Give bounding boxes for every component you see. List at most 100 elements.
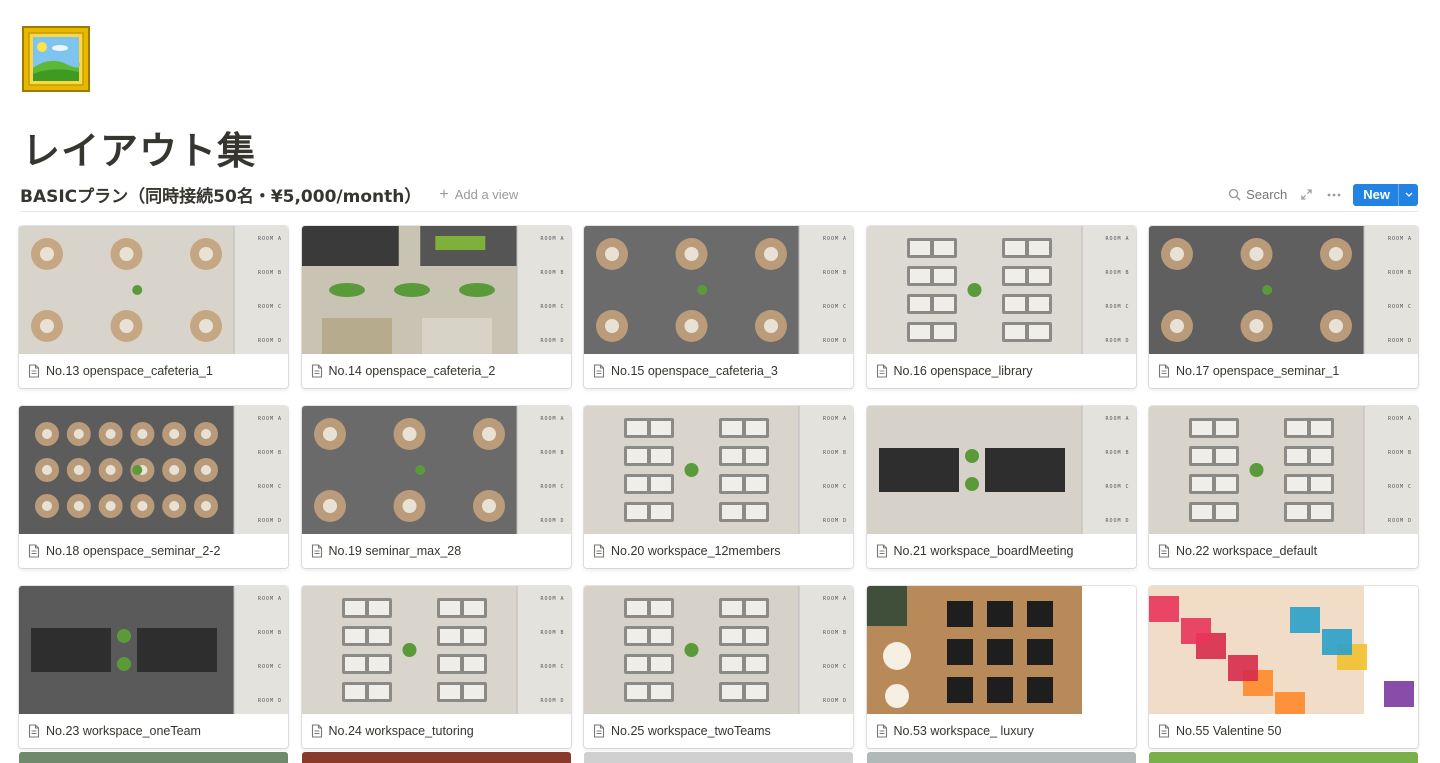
layout-preview-image: [301, 226, 571, 354]
room-label: ROOM A: [540, 416, 565, 422]
card-thumbnail: ROOM A ROOM B ROOM C ROOM D: [584, 586, 853, 714]
room-label: ROOM C: [257, 664, 282, 670]
gallery-card[interactable]: ROOM A ROOM B ROOM C ROOM D No.22 workspace_…: [1149, 406, 1418, 568]
page-icon: [311, 544, 322, 558]
database-title[interactable]: BASICプラン（同時接続50名・¥5,000/month）: [20, 182, 421, 207]
card-thumbnail: ROOM A ROOM B ROOM C ROOM D: [19, 586, 288, 714]
room-label: ROOM C: [1387, 304, 1412, 310]
card-footer: No.24 workspace_tutoring: [302, 714, 571, 748]
gallery-card-partial[interactable]: [866, 752, 1136, 763]
page-title: レイアウト集: [22, 129, 257, 173]
plus-icon: +: [439, 185, 449, 203]
room-label: ROOM C: [822, 664, 847, 670]
card-thumbnail: ROOM A ROOM B ROOM C ROOM D: [301, 406, 571, 534]
gallery-card[interactable]: ROOM A ROOM B ROOM C ROOM D No.19 seminar_ma…: [301, 406, 571, 568]
room-label: ROOM D: [1387, 338, 1412, 344]
search-label: Search: [1246, 187, 1288, 202]
new-button[interactable]: New: [1353, 183, 1418, 206]
layout-preview-image: [301, 586, 571, 714]
room-label: ROOM A: [822, 596, 847, 602]
card-thumbnail: ROOM A ROOM B ROOM C ROOM D: [866, 406, 1136, 534]
card-title: No.55 Valentine 50: [1176, 724, 1282, 738]
gallery-card[interactable]: No.53 workspace_ luxury: [866, 586, 1136, 748]
room-label: ROOM A: [540, 236, 565, 242]
page-icon: [876, 724, 887, 738]
card-thumbnail: [1149, 586, 1418, 714]
room-label: ROOM B: [540, 270, 565, 276]
gallery-card[interactable]: ROOM A ROOM B ROOM C ROOM D No.20 workspace_…: [584, 406, 853, 568]
room-label: ROOM A: [822, 236, 847, 242]
card-footer: No.21 workspace_boardMeeting: [867, 534, 1136, 568]
room-label: ROOM D: [822, 338, 847, 344]
framed-picture-icon: [22, 26, 90, 92]
card-thumbnail: ROOM A ROOM B ROOM C ROOM D: [866, 226, 1136, 354]
gallery-card-partial[interactable]: [1149, 752, 1418, 763]
room-label: ROOM B: [257, 270, 282, 276]
room-label: ROOM C: [540, 664, 565, 670]
page-icon: [1158, 544, 1170, 558]
layout-preview-image: [866, 226, 1136, 354]
page-icon: [28, 544, 40, 558]
layout-preview-image: [1149, 586, 1414, 714]
room-label: ROOM D: [1387, 518, 1412, 524]
gallery-card[interactable]: ROOM A ROOM B ROOM C ROOM D No.24 workspace_…: [301, 586, 571, 748]
room-label: ROOM A: [1105, 236, 1130, 242]
card-title: No.15 openspace_cafeteria_3: [611, 364, 778, 378]
room-label: ROOM B: [822, 270, 847, 276]
gallery-card[interactable]: ROOM A ROOM B ROOM C ROOM D No.25 workspace_…: [584, 586, 853, 748]
add-view-label: Add a view: [454, 187, 519, 202]
gallery-card[interactable]: ROOM A ROOM B ROOM C ROOM D No.17 openspace_…: [1149, 226, 1418, 388]
gallery-card[interactable]: ROOM A ROOM B ROOM C ROOM D No.15 openspace_…: [584, 226, 853, 388]
room-label: ROOM C: [257, 484, 282, 490]
room-label: ROOM B: [540, 450, 565, 456]
page-icon: [1158, 364, 1170, 378]
gallery-card[interactable]: No.55 Valentine 50: [1149, 586, 1418, 748]
chevron-down-icon[interactable]: [1398, 183, 1418, 206]
gallery-card[interactable]: ROOM A ROOM B ROOM C ROOM D No.21 workspace_…: [866, 406, 1136, 568]
room-label: ROOM D: [540, 698, 565, 704]
layout-preview-image: [584, 406, 853, 534]
gallery-card-partial[interactable]: [584, 752, 853, 763]
card-thumbnail: ROOM A ROOM B ROOM C ROOM D: [301, 586, 571, 714]
layout-preview-image: [584, 226, 853, 354]
layout-preview-image: [301, 406, 571, 534]
room-label: ROOM C: [257, 304, 282, 310]
card-footer: No.17 openspace_seminar_1: [1149, 354, 1418, 388]
search-icon: [1228, 188, 1241, 201]
gallery-card[interactable]: ROOM A ROOM B ROOM C ROOM D No.18 openspace_…: [19, 406, 288, 568]
gallery-card[interactable]: ROOM A ROOM B ROOM C ROOM D No.16 openspace_…: [866, 226, 1136, 388]
page-icon: [876, 544, 887, 558]
card-thumbnail: ROOM A ROOM B ROOM C ROOM D: [1149, 406, 1418, 534]
room-label: ROOM D: [540, 338, 565, 344]
card-title: No.23 workspace_oneTeam: [46, 724, 201, 738]
card-footer: No.20 workspace_12members: [584, 534, 853, 568]
more-options-icon[interactable]: [1325, 186, 1343, 204]
room-label: ROOM D: [1105, 518, 1130, 524]
card-footer: No.18 openspace_seminar_2-2: [19, 534, 288, 568]
search-button[interactable]: Search: [1228, 187, 1287, 202]
gallery-card[interactable]: ROOM A ROOM B ROOM C ROOM D No.13 openspace_…: [19, 226, 288, 388]
page-icon: [311, 724, 322, 738]
gallery-card[interactable]: ROOM A ROOM B ROOM C ROOM D No.14 openspace_…: [301, 226, 571, 388]
new-button-label: New: [1363, 187, 1390, 202]
expand-icon[interactable]: [1297, 186, 1315, 204]
room-label: ROOM D: [257, 698, 282, 704]
gallery-view: ROOM A ROOM B ROOM C ROOM D No.13 openspace_…: [19, 226, 1419, 748]
room-label: ROOM B: [1387, 270, 1412, 276]
card-footer: No.22 workspace_default: [1149, 534, 1418, 568]
card-thumbnail: ROOM A ROOM B ROOM C ROOM D: [584, 226, 853, 354]
card-title: No.53 workspace_ luxury: [893, 724, 1034, 738]
room-label: ROOM C: [822, 304, 847, 310]
room-label: ROOM C: [1105, 484, 1130, 490]
gallery-card[interactable]: ROOM A ROOM B ROOM C ROOM D No.23 workspace_…: [19, 586, 288, 748]
room-label: ROOM B: [1105, 450, 1130, 456]
gallery-card-partial[interactable]: [301, 752, 571, 763]
database-header: BASICプラン（同時接続50名・¥5,000/month） + Add a v…: [20, 178, 1418, 212]
gallery-card-partial[interactable]: [19, 752, 288, 763]
room-label: ROOM D: [257, 518, 282, 524]
room-label: ROOM B: [257, 450, 282, 456]
card-title: No.16 openspace_library: [893, 364, 1033, 378]
room-label: ROOM A: [822, 416, 847, 422]
add-view-button[interactable]: + Add a view: [439, 185, 519, 203]
card-title: No.21 workspace_boardMeeting: [893, 544, 1074, 558]
